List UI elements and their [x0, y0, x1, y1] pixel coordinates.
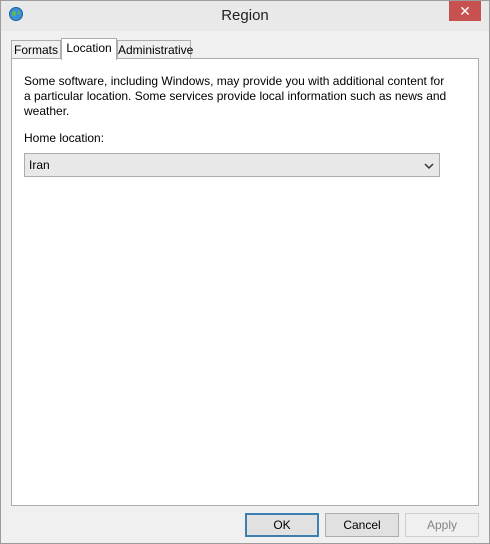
location-panel: Some software, including Windows, may pr…: [11, 58, 479, 506]
close-icon: ✕: [459, 3, 471, 19]
ok-button[interactable]: OK: [245, 513, 319, 537]
home-location-label: Home location:: [24, 131, 105, 145]
close-button[interactable]: ✕: [449, 1, 481, 21]
cancel-button[interactable]: Cancel: [325, 513, 399, 537]
region-window: Region ✕ Formats Location Administrative…: [0, 0, 490, 544]
home-location-value: Iran: [29, 158, 50, 172]
tab-location[interactable]: Location: [61, 38, 117, 60]
window-title: Region: [221, 7, 269, 24]
tab-label: Location: [66, 41, 112, 55]
chevron-down-icon: [424, 160, 434, 170]
tab-formats[interactable]: Formats: [11, 40, 61, 59]
tab-administrative[interactable]: Administrative: [117, 40, 194, 59]
title-bar[interactable]: Region ✕: [1, 1, 489, 31]
home-location-dropdown[interactable]: Iran: [24, 153, 440, 177]
tab-label: Formats: [13, 43, 58, 57]
location-description: Some software, including Windows, may pr…: [24, 74, 447, 118]
apply-button[interactable]: Apply: [405, 513, 479, 537]
tab-label: Administrative: [118, 43, 194, 57]
